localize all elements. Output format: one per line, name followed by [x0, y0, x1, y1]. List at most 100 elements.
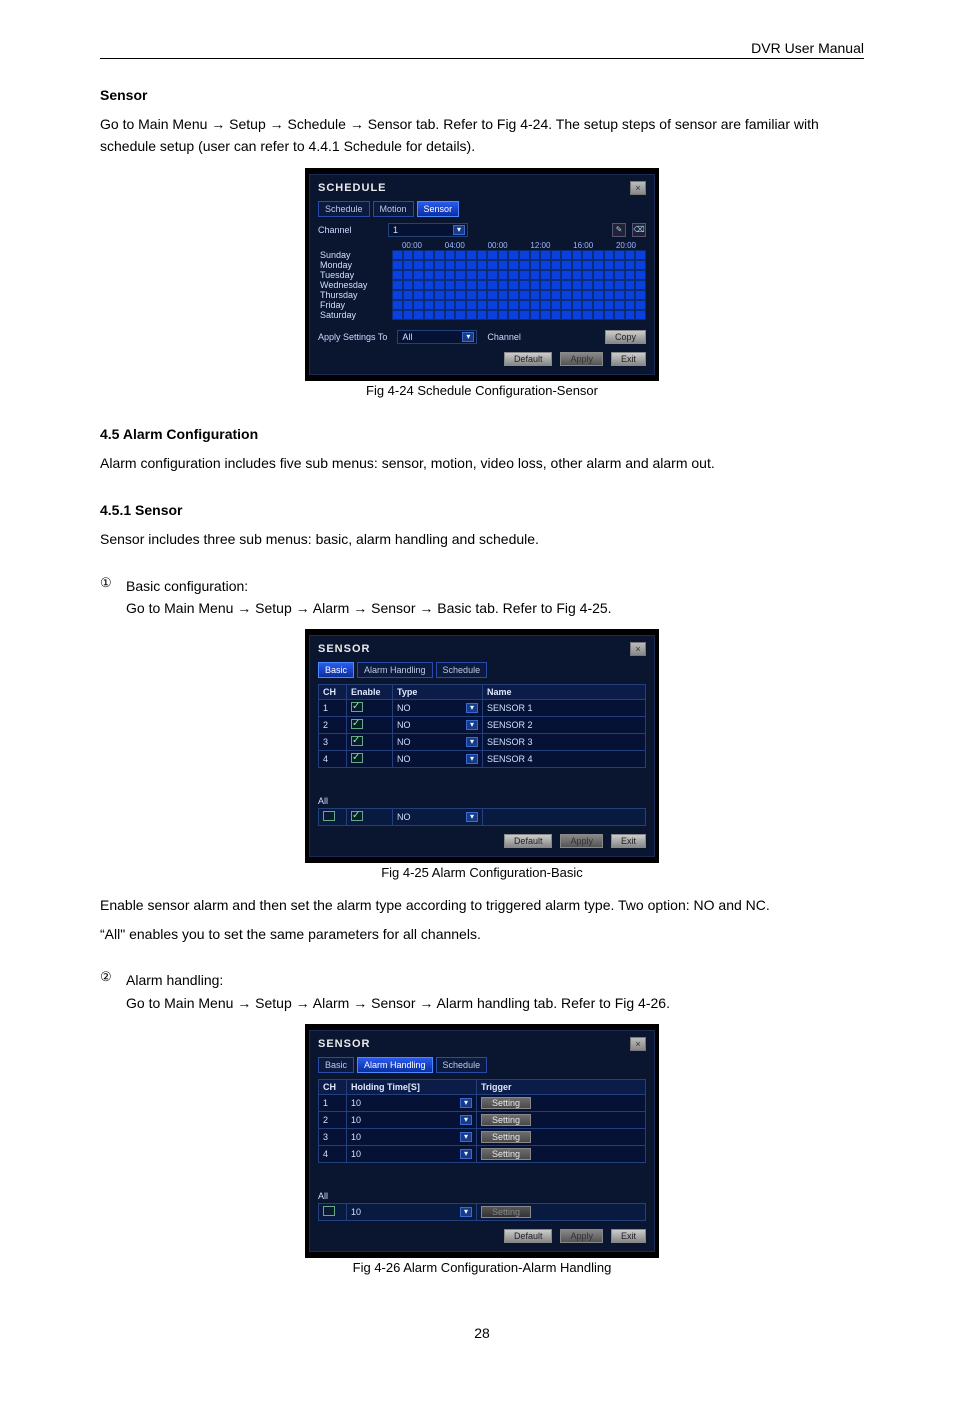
- schedule-cell[interactable]: [508, 290, 519, 300]
- cell-name[interactable]: SENSOR 4: [483, 751, 646, 768]
- schedule-cell[interactable]: [614, 300, 625, 310]
- close-icon[interactable]: ×: [630, 642, 646, 656]
- schedule-cell[interactable]: [455, 260, 466, 270]
- schedule-cell[interactable]: [392, 280, 403, 290]
- schedule-cell[interactable]: [466, 300, 477, 310]
- schedule-cell[interactable]: [403, 260, 414, 270]
- schedule-cell[interactable]: [519, 270, 530, 280]
- schedule-cell[interactable]: [614, 270, 625, 280]
- schedule-cell[interactable]: [519, 290, 530, 300]
- schedule-cell[interactable]: [445, 270, 456, 280]
- schedule-cell[interactable]: [614, 250, 625, 260]
- schedule-cell[interactable]: [498, 280, 509, 290]
- schedule-cell[interactable]: [614, 310, 625, 320]
- schedule-cell[interactable]: [413, 280, 424, 290]
- all-holding-select[interactable]: 10 ▾: [351, 1206, 472, 1218]
- pencil-icon[interactable]: [612, 223, 626, 237]
- tab-motion[interactable]: Motion: [373, 201, 414, 217]
- schedule-cell[interactable]: [519, 260, 530, 270]
- schedule-cell[interactable]: [625, 250, 636, 260]
- schedule-cell[interactable]: [392, 290, 403, 300]
- schedule-cell[interactable]: [424, 250, 435, 260]
- schedule-cell[interactable]: [530, 280, 541, 290]
- apply-button[interactable]: Apply: [560, 352, 603, 366]
- checkbox-enable[interactable]: [351, 702, 363, 712]
- schedule-cell[interactable]: [551, 310, 562, 320]
- schedule-cell[interactable]: [445, 260, 456, 270]
- schedule-cell[interactable]: [487, 300, 498, 310]
- schedule-cell[interactable]: [413, 300, 424, 310]
- checkbox-all-enable[interactable]: [351, 811, 363, 821]
- schedule-cell[interactable]: [455, 290, 466, 300]
- schedule-cell[interactable]: [477, 290, 488, 300]
- schedule-cell[interactable]: [572, 260, 583, 270]
- schedule-cell[interactable]: [604, 250, 615, 260]
- schedule-cell[interactable]: [551, 280, 562, 290]
- tab-alarm-handling[interactable]: Alarm Handling: [357, 1057, 433, 1073]
- schedule-cell[interactable]: [561, 290, 572, 300]
- schedule-cell[interactable]: [561, 250, 572, 260]
- schedule-cell[interactable]: [551, 300, 562, 310]
- copy-button[interactable]: Copy: [605, 330, 646, 344]
- schedule-cell[interactable]: [519, 310, 530, 320]
- schedule-cell[interactable]: [455, 300, 466, 310]
- schedule-cell[interactable]: [625, 280, 636, 290]
- schedule-cell[interactable]: [487, 260, 498, 270]
- schedule-cell[interactable]: [403, 290, 414, 300]
- schedule-cell[interactable]: [572, 270, 583, 280]
- trigger-button[interactable]: Setting: [481, 1131, 531, 1143]
- close-icon[interactable]: ×: [630, 1037, 646, 1051]
- schedule-cell[interactable]: [604, 310, 615, 320]
- schedule-cell[interactable]: [519, 300, 530, 310]
- schedule-cell[interactable]: [625, 290, 636, 300]
- schedule-cell[interactable]: [413, 250, 424, 260]
- tab-alarm-handling[interactable]: Alarm Handling: [357, 662, 433, 678]
- trigger-button[interactable]: Setting: [481, 1097, 531, 1109]
- schedule-cell[interactable]: [572, 300, 583, 310]
- schedule-cell[interactable]: [455, 250, 466, 260]
- tab-basic[interactable]: Basic: [318, 662, 354, 678]
- schedule-cell[interactable]: [593, 300, 604, 310]
- schedule-cell[interactable]: [424, 280, 435, 290]
- schedule-cell[interactable]: [593, 310, 604, 320]
- tab-schedule[interactable]: Schedule: [436, 1057, 488, 1073]
- schedule-cell[interactable]: [498, 310, 509, 320]
- apply-button[interactable]: Apply: [560, 834, 603, 848]
- schedule-cell[interactable]: [508, 260, 519, 270]
- schedule-cell[interactable]: [508, 250, 519, 260]
- tab-schedule[interactable]: Schedule: [318, 201, 370, 217]
- schedule-cell[interactable]: [625, 310, 636, 320]
- schedule-cell[interactable]: [477, 310, 488, 320]
- schedule-cell[interactable]: [625, 300, 636, 310]
- schedule-cell[interactable]: [477, 280, 488, 290]
- schedule-cell[interactable]: [614, 260, 625, 270]
- schedule-cell[interactable]: [477, 260, 488, 270]
- tab-basic[interactable]: Basic: [318, 1057, 354, 1073]
- schedule-cell[interactable]: [582, 290, 593, 300]
- schedule-cell[interactable]: [413, 310, 424, 320]
- exit-button[interactable]: Exit: [611, 1229, 646, 1243]
- schedule-cell[interactable]: [582, 270, 593, 280]
- schedule-cell[interactable]: [572, 280, 583, 290]
- schedule-cell[interactable]: [498, 270, 509, 280]
- schedule-cell[interactable]: [477, 250, 488, 260]
- schedule-cell[interactable]: [582, 250, 593, 260]
- schedule-cell[interactable]: [392, 250, 403, 260]
- channel-select[interactable]: 1 ▾: [388, 223, 468, 237]
- eraser-icon[interactable]: [632, 223, 646, 237]
- schedule-cell[interactable]: [508, 270, 519, 280]
- schedule-cell[interactable]: [466, 260, 477, 270]
- all-type-select[interactable]: NO ▾: [397, 811, 478, 823]
- schedule-cell[interactable]: [561, 310, 572, 320]
- schedule-cell[interactable]: [540, 290, 551, 300]
- schedule-cell[interactable]: [487, 290, 498, 300]
- default-button[interactable]: Default: [504, 834, 553, 848]
- schedule-cell[interactable]: [434, 250, 445, 260]
- schedule-cell[interactable]: [445, 290, 456, 300]
- schedule-cell[interactable]: [466, 290, 477, 300]
- schedule-cell[interactable]: [403, 300, 414, 310]
- schedule-cell[interactable]: [635, 310, 646, 320]
- schedule-cell[interactable]: [413, 270, 424, 280]
- schedule-cell[interactable]: [508, 310, 519, 320]
- schedule-cell[interactable]: [434, 270, 445, 280]
